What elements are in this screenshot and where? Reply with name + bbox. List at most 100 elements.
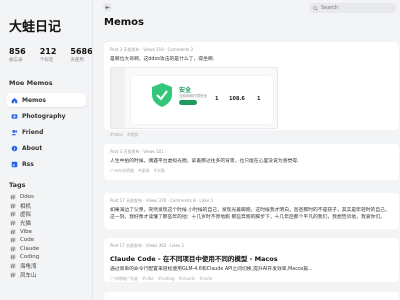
nav-label: About <box>22 144 43 152</box>
tag-label: Coding <box>20 254 40 261</box>
hash-icon <box>10 254 16 260</box>
nav-menu: Memos Photography Friend About Rss <box>6 93 86 171</box>
tags-title: Tags <box>9 181 26 189</box>
metric-value: 1 <box>215 96 219 103</box>
memo-card[interactable] <box>104 292 399 300</box>
top-bar <box>93 0 400 14</box>
hash-icon <box>10 203 16 209</box>
memo-text: 人生中拍的时候，偶遇平台虚拟光圈，拿着那过往多的背景，也只能在心里没说为感觉得. <box>110 159 299 164</box>
tag-label: 风车山 <box>20 272 37 279</box>
memo-meta: Post 3 天前发布 · Views 119 · Comments 3 <box>110 47 194 52</box>
nav-item-about[interactable]: About <box>6 141 86 155</box>
tag-item[interactable]: Vibe <box>6 227 86 236</box>
memo-text: 如果海边了父亲，突然发现这个时候 小时候的自己，发现光着脚跑，这时候我才明白，爸… <box>110 208 390 213</box>
tag-label: 海龟湾 <box>20 264 37 271</box>
hash-icon <box>10 246 16 252</box>
memo-text: 通过简单的命令行配置来轻松使用GLM-4.6和Claude API之间切换,提升… <box>110 267 313 272</box>
image-icon <box>11 113 18 120</box>
shield-icon <box>152 83 172 108</box>
back-button[interactable] <box>103 3 112 12</box>
memo-meta: Post 17 天前发布 · Views 376 · Comments 8 · … <box>110 198 214 203</box>
stats-row: 856 备忘录 212 个标签 5686 天使用 <box>9 47 93 63</box>
nav-label: Rss <box>22 160 34 168</box>
scan-button <box>179 100 197 106</box>
location-label: 广州市光明路 <box>110 168 134 174</box>
nav-label: Photography <box>22 112 66 120</box>
home-icon <box>11 97 18 104</box>
tag-link[interactable]: #claude <box>179 276 196 282</box>
nav-item-photography[interactable]: Photography <box>6 109 86 123</box>
hash-icon <box>10 237 16 243</box>
security-subtitle: 当前网络环境安全 <box>179 94 207 99</box>
tag-label: Claude <box>20 245 40 252</box>
metric-value: 1 <box>257 96 261 103</box>
tag-item[interactable]: Coding <box>6 253 86 262</box>
tag-link[interactable]: #code <box>199 276 212 282</box>
tag-link[interactable]: #vibe <box>142 276 154 282</box>
site-title[interactable]: 大蛙日记 <box>9 16 86 35</box>
nav-label: Memos <box>22 96 46 104</box>
tag-item[interactable]: 风车山 <box>6 270 86 279</box>
screenshot-sidebar <box>111 68 125 129</box>
tag-label: Ddos <box>20 194 34 201</box>
memo-meta: Post 3 天前发布 · Views 101 <box>110 149 164 154</box>
nav-item-memos[interactable]: Memos <box>6 93 86 107</box>
memo-text: 这一刻，我好像才读懂了那些年的他：十几岁时不停地跑 那些奔跑的脚步下，十几年后那… <box>110 215 385 221</box>
stat-value: 856 <box>9 47 26 56</box>
tag-link[interactable]: #虚拟 <box>138 168 149 174</box>
tag-link[interactable]: #相机 <box>127 132 138 138</box>
stat-memos: 856 备忘录 <box>9 47 26 63</box>
stat-label: 天使用 <box>70 58 84 63</box>
search-box[interactable] <box>309 3 396 13</box>
hash-icon <box>10 220 16 226</box>
search-icon <box>313 5 318 11</box>
tag-item[interactable]: 虚拟 <box>6 210 86 219</box>
page-title: Memos <box>104 17 144 28</box>
memo-tags: 广州增城广东省 #vibe #coding #claude #code <box>110 276 393 282</box>
tag-item[interactable]: 光猫 <box>6 219 86 228</box>
search-input[interactable] <box>321 5 391 11</box>
memo-text: 是哪位大哥啊，这ddos攻击的是什么了，得坐啊. <box>110 57 215 62</box>
location-label: 广州增城广东省 <box>110 276 138 282</box>
tag-item[interactable]: Ddos <box>6 193 86 202</box>
security-status: 安全 <box>179 87 192 95</box>
stat-label: 备忘录 <box>9 58 23 63</box>
tag-label: 光猫 <box>20 221 32 228</box>
nav-item-friend[interactable]: Friend <box>6 125 86 139</box>
nav-label: Friend <box>22 128 44 136</box>
hash-icon <box>10 272 16 278</box>
tag-link[interactable]: #ddos <box>110 132 123 138</box>
hash-icon <box>10 263 16 269</box>
tag-item[interactable]: Code <box>6 236 86 245</box>
tag-item[interactable]: 海龟湾 <box>6 262 86 271</box>
hash-icon <box>10 194 16 200</box>
stat-days: 5686 天使用 <box>70 47 92 63</box>
tag-label: Code <box>20 237 35 244</box>
hash-icon <box>10 211 16 217</box>
section-title: Moe Memos <box>9 79 53 87</box>
tag-label: 相机 <box>20 203 32 210</box>
stat-tags: 212 个标签 <box>40 47 57 63</box>
memo-tags: 广州市光明路 #虚拟 #光猫 <box>110 168 393 174</box>
tag-link[interactable]: #光猫 <box>153 168 164 174</box>
tag-item[interactable]: 相机 <box>6 202 86 211</box>
hash-icon <box>10 229 16 235</box>
memo-title[interactable]: Claude Code - 在不同项目中使用不同的模型 - Macos <box>110 253 393 263</box>
memo-meta: Post 17 天前发布 · Views 363 · Likes 2 <box>110 243 184 248</box>
metric-value: 108.6 <box>229 96 245 103</box>
memo-tags: #ddos #相机 <box>110 132 393 138</box>
stat-value: 212 <box>39 47 57 56</box>
tag-link[interactable]: #coding <box>158 276 175 282</box>
memo-image[interactable]: 安全 当前网络环境安全 1 108.6 1 <box>110 67 278 130</box>
memo-card[interactable]: Post 3 天前发布 · Views 101 人生中拍的时候，偶遇平台虚拟光圈… <box>104 144 399 180</box>
arrow-left-icon <box>105 5 110 10</box>
memo-card[interactable]: Post 17 天前发布 · Views 363 · Likes 2 Claud… <box>104 238 399 282</box>
tag-label: 虚拟 <box>20 212 32 219</box>
tag-list: Ddos 相机 虚拟 光猫 Vibe Code Claude Coding 海龟… <box>6 193 86 279</box>
memo-card[interactable]: Post 3 天前发布 · Views 119 · Comments 3 是哪位… <box>104 42 399 137</box>
nav-item-rss[interactable]: Rss <box>6 157 86 171</box>
tag-label: Vibe <box>20 228 33 235</box>
tag-item[interactable]: Claude <box>6 245 86 254</box>
main-content: Memos Post 3 天前发布 · Views 119 · Comments… <box>92 0 400 300</box>
memo-card[interactable]: Post 17 天前发布 · Views 376 · Comments 8 · … <box>104 193 399 229</box>
